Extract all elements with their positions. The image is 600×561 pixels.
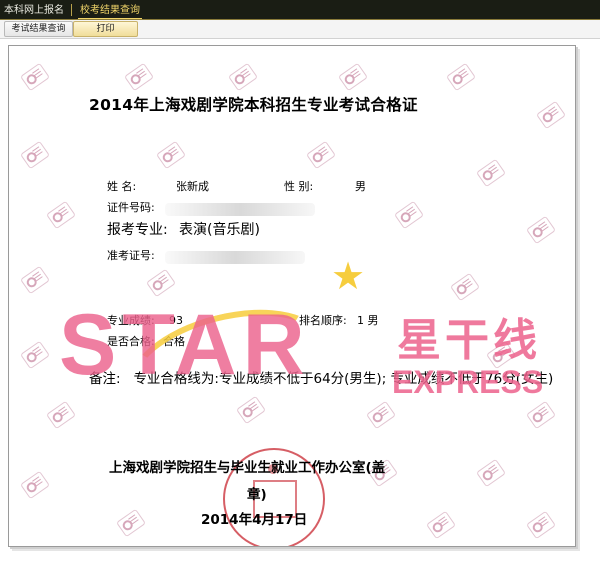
watermark-logo-icon	[536, 100, 566, 130]
watermark-logo-icon	[450, 272, 480, 302]
certificate-title: 2014年上海戏剧学院本科招生专业考试合格证	[89, 96, 418, 114]
issue-date: 2014年4月17日	[201, 512, 308, 528]
exam-result-query-button[interactable]: 考试结果查询	[4, 21, 73, 37]
gender-value: 男	[355, 180, 366, 193]
watermark-logo-icon	[526, 215, 556, 245]
id-number-redacted	[165, 203, 315, 216]
issuing-office-cont: 章)	[247, 487, 267, 503]
watermark-logo-icon	[20, 470, 50, 500]
gender-label: 性 别:	[284, 180, 314, 193]
watermark-logo-icon	[394, 200, 424, 230]
brand-watermark-star: STAR	[59, 297, 311, 393]
major-value: 表演(音乐剧)	[179, 222, 260, 238]
tab-online-registration[interactable]: 本科网上报名	[4, 3, 64, 18]
print-button[interactable]: 打印	[73, 21, 138, 37]
star-icon: ★	[331, 254, 366, 298]
watermark-logo-icon	[46, 400, 76, 430]
certificate-panel: 2014年上海戏剧学院本科招生专业考试合格证 姓 名: 张新成 性 别: 男 证…	[8, 45, 576, 547]
watermark-logo-icon	[476, 158, 506, 188]
name-label: 姓 名:	[107, 180, 137, 193]
watermark-logo-icon	[20, 62, 50, 92]
watermark-logo-icon	[20, 340, 50, 370]
brand-watermark-express: EXPRESS	[392, 364, 544, 400]
watermark-logo-icon	[146, 268, 176, 298]
watermark-logo-icon	[476, 458, 506, 488]
watermark-logo-icon	[20, 140, 50, 170]
major-label: 报考专业:	[107, 222, 168, 238]
tab-exam-result-query[interactable]: 校考结果查询	[78, 3, 142, 19]
nav-divider	[71, 4, 72, 16]
watermark-logo-icon	[338, 62, 368, 92]
watermark-logo-icon	[156, 140, 186, 170]
sub-toolbar: 考试结果查询 打印	[0, 20, 600, 39]
watermark-logo-icon	[526, 400, 556, 430]
watermark-logo-icon	[426, 510, 456, 540]
rank-value: 1 男	[357, 314, 379, 327]
watermark-logo-icon	[306, 140, 336, 170]
watermark-logo-icon	[526, 510, 556, 540]
watermark-logo-icon	[228, 62, 258, 92]
watermark-logo-icon	[366, 400, 396, 430]
watermark-logo-icon	[116, 508, 146, 538]
exam-number-label: 准考证号:	[107, 249, 155, 262]
brand-watermark-cn: 星干线	[397, 315, 541, 366]
watermark-logo-icon	[124, 62, 154, 92]
id-number-label: 证件号码:	[107, 201, 155, 214]
name-value: 张新成	[176, 180, 209, 193]
top-nav: 本科网上报名 校考结果查询	[0, 0, 600, 20]
issuing-office: 上海戏剧学院招生与毕业生就业工作办公室(盖	[109, 460, 386, 476]
watermark-logo-icon	[446, 62, 476, 92]
exam-number-redacted	[165, 251, 305, 264]
watermark-logo-icon	[46, 200, 76, 230]
watermark-logo-icon	[20, 265, 50, 295]
